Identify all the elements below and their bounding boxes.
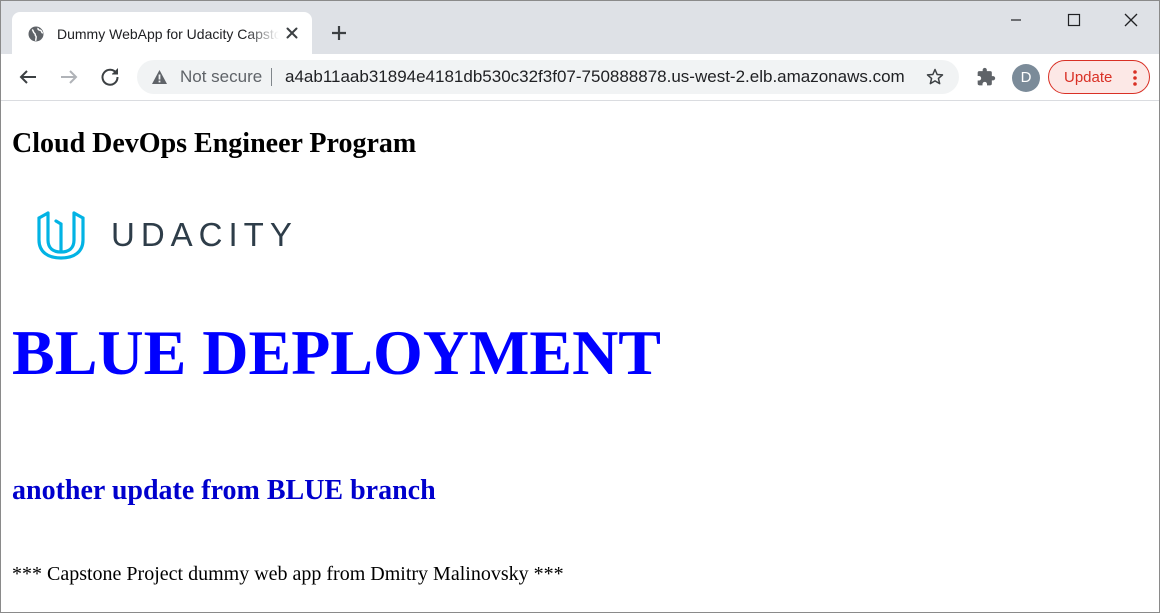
plus-icon[interactable] [327, 21, 351, 45]
tab-title: Dummy WebApp for Udacity Capstone Projec… [57, 26, 279, 42]
update-button[interactable]: Update [1048, 60, 1150, 94]
url-text[interactable]: a4ab11aab31894e4181db530c32f3f07-7508888… [285, 67, 905, 87]
puzzle-icon[interactable] [976, 67, 996, 87]
page-title: Cloud DevOps Engineer Program [12, 128, 417, 159]
address-bar[interactable]: Not secure a4ab11aab31894e4181db530c32f3… [137, 60, 959, 94]
deployment-heading: BLUE DEPLOYMENT [12, 317, 661, 388]
avatar[interactable]: D [1012, 64, 1040, 92]
security-label[interactable]: Not secure [180, 67, 262, 87]
minimize-icon[interactable] [993, 1, 1039, 41]
star-icon[interactable] [925, 67, 945, 87]
udacity-logo-text: UDACITY [111, 216, 298, 253]
udacity-logo-mark [37, 211, 85, 260]
active-tab[interactable]: Dummy WebApp for Udacity Capstone Projec… [12, 12, 312, 54]
warning-icon[interactable] [151, 69, 168, 85]
more-vert-icon [1133, 70, 1137, 86]
browser-toolbar: Not secure a4ab11aab31894e4181db530c32f3… [1, 54, 1159, 101]
forward-arrow-icon[interactable] [57, 65, 81, 89]
browser-window: Dummy WebApp for Udacity Capstone Projec… [0, 0, 1160, 613]
footer-text: *** Capstone Project dummy web app from … [12, 563, 564, 585]
close-icon[interactable] [1107, 1, 1153, 41]
udacity-logo: UDACITY [34, 204, 324, 266]
close-tab-icon[interactable] [283, 24, 301, 42]
page-content: Cloud DevOps Engineer Program UDACITY BL… [1, 101, 1159, 612]
reload-icon[interactable] [98, 65, 122, 89]
url-separator [271, 68, 272, 86]
globe-icon [28, 26, 44, 42]
back-arrow-icon[interactable] [16, 65, 40, 89]
maximize-icon[interactable] [1051, 1, 1097, 41]
update-label: Update [1064, 69, 1113, 86]
update-message: another update from BLUE branch [12, 475, 436, 506]
tab-strip: Dummy WebApp for Udacity Capstone Projec… [1, 1, 1159, 54]
